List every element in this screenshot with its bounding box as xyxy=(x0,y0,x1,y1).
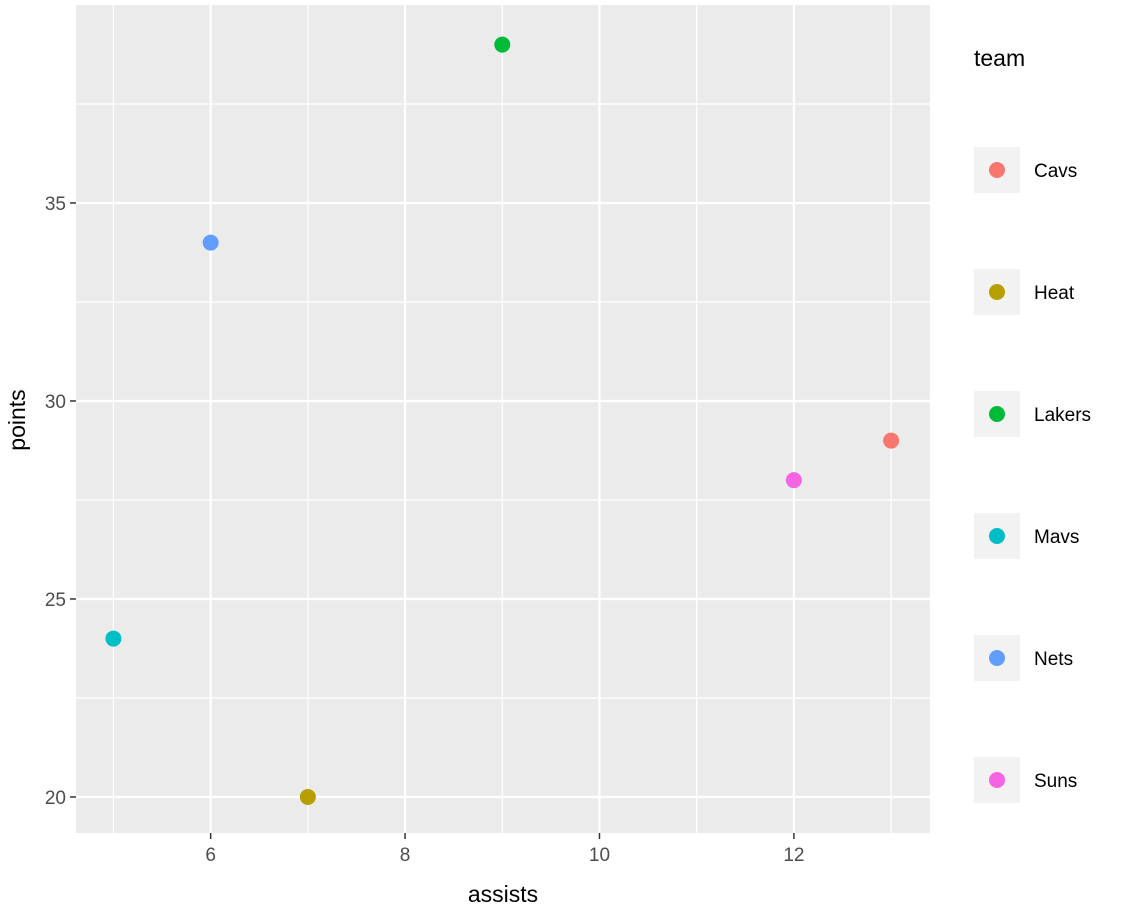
legend-item-nets: Nets xyxy=(974,635,1073,681)
legend-item-heat: Heat xyxy=(974,269,1075,315)
x-axis-title: assists xyxy=(468,881,538,907)
legend-item-suns: Suns xyxy=(974,757,1077,803)
legend: team Cavs Heat Lakers Mavs Nets Suns xyxy=(974,45,1091,803)
y-tick-label: 25 xyxy=(45,590,66,611)
y-axis: 20 25 30 35 xyxy=(45,194,76,809)
y-tick-label: 35 xyxy=(45,194,66,215)
data-point-mavs xyxy=(105,630,122,647)
data-point-cavs xyxy=(883,432,900,449)
legend-label: Heat xyxy=(1034,283,1075,304)
scatter-chart: 6 8 10 12 20 25 30 35 assists points team Cavs… xyxy=(4,5,1091,907)
legend-label: Lakers xyxy=(1034,405,1091,426)
x-tick-label: 10 xyxy=(589,845,610,866)
x-tick-label: 12 xyxy=(783,845,804,866)
y-axis-title: points xyxy=(4,389,30,450)
y-tick-label: 30 xyxy=(45,392,66,413)
legend-title: team xyxy=(974,45,1025,71)
data-point-suns xyxy=(785,472,802,489)
legend-item-cavs: Cavs xyxy=(974,147,1077,193)
legend-marker-icon xyxy=(989,162,1005,178)
x-axis: 6 8 10 12 xyxy=(205,833,804,866)
legend-item-lakers: Lakers xyxy=(974,391,1091,437)
x-tick-label: 8 xyxy=(400,845,411,866)
x-tick-label: 6 xyxy=(205,845,216,866)
legend-marker-icon xyxy=(989,406,1005,422)
legend-label: Mavs xyxy=(1034,527,1079,548)
legend-label: Cavs xyxy=(1034,161,1077,182)
data-point-nets xyxy=(202,234,219,251)
legend-marker-icon xyxy=(989,284,1005,300)
legend-label: Suns xyxy=(1034,771,1077,792)
panel-background xyxy=(76,5,930,833)
legend-label: Nets xyxy=(1034,649,1073,670)
legend-item-mavs: Mavs xyxy=(974,513,1079,559)
legend-marker-icon xyxy=(989,772,1005,788)
y-tick-label: 20 xyxy=(45,788,66,809)
data-point-heat xyxy=(299,788,316,805)
legend-marker-icon xyxy=(989,650,1005,666)
legend-marker-icon xyxy=(989,528,1005,544)
data-point-lakers xyxy=(494,36,511,53)
